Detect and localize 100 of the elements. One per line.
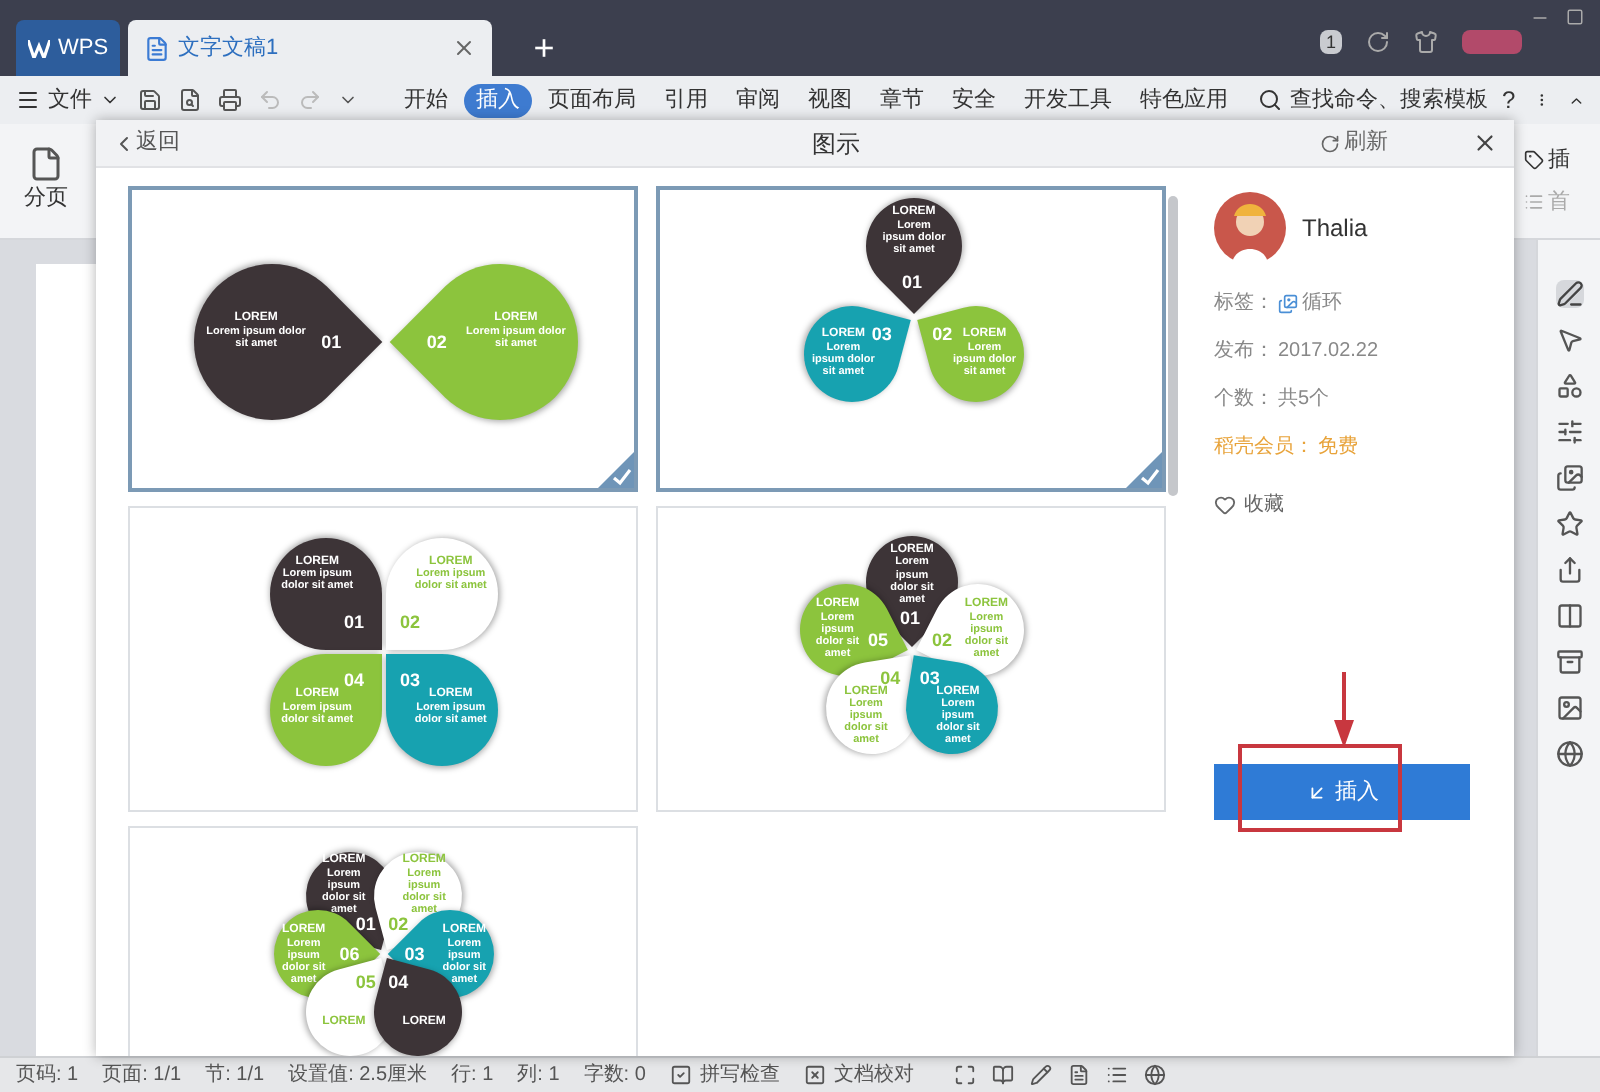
ribbon-tab[interactable]: 开发工具 — [1012, 83, 1124, 117]
author-name: Thalia — [1302, 212, 1368, 246]
proofread-icon — [803, 1064, 826, 1086]
web-view-icon[interactable] — [1143, 1064, 1166, 1086]
ribbon-tab[interactable]: 开始 — [392, 83, 460, 117]
sidebar-tool-icon[interactable] — [1555, 464, 1583, 492]
app-name: WPS — [57, 33, 109, 64]
search-command[interactable]: 查找命令、搜索模板 — [1258, 83, 1488, 117]
petal-number: 03 — [404, 945, 425, 963]
logo-icon — [27, 39, 50, 57]
document-tab[interactable]: 文字文稿1 — [128, 20, 492, 76]
fullscreen-icon[interactable] — [953, 1064, 976, 1086]
petal-number: 05 — [355, 973, 376, 992]
ribbon-tab[interactable]: 引用 — [652, 83, 720, 117]
insert-icon — [1305, 781, 1327, 803]
tab-title: 文字文稿1 — [178, 33, 281, 64]
proofread-button[interactable]: 文档校对 — [803, 1060, 914, 1090]
field-value: 免费 — [1318, 433, 1358, 462]
status-item: 列: 1 — [517, 1062, 560, 1090]
petal-number: 01 — [321, 333, 342, 351]
check-corner-icon — [598, 452, 634, 488]
pencil-icon[interactable] — [1029, 1064, 1052, 1086]
petal-number: 06 — [339, 945, 360, 963]
status-item: 字数: 0 — [583, 1061, 646, 1090]
file-menu[interactable]: 文件 — [16, 83, 120, 117]
app-tab[interactable]: WPS — [16, 20, 120, 76]
petal-number: 01 — [355, 916, 376, 935]
petal-number: 04 — [343, 671, 364, 689]
spell-check-button[interactable]: 拼写检查 — [669, 1060, 780, 1090]
refresh-icon — [1320, 133, 1340, 153]
new-tab-button[interactable]: + — [516, 20, 572, 76]
sidebar-tool-icon[interactable] — [1555, 418, 1583, 446]
status-item: 设置值: 2.5厘米 — [288, 1061, 428, 1090]
petal-number: 02 — [400, 614, 421, 633]
preview-icon[interactable] — [178, 88, 202, 112]
field-label: 稻壳会员： — [1214, 433, 1314, 462]
back-button[interactable]: 返回 — [112, 126, 352, 160]
check-icon — [669, 1064, 692, 1086]
tag-icon — [1524, 150, 1544, 171]
petal-number: 01 — [902, 274, 923, 293]
reading-view-icon[interactable] — [991, 1064, 1014, 1086]
field-value: 共5个 — [1278, 385, 1330, 414]
petal-number: 02 — [932, 326, 953, 345]
insert-button[interactable]: 插入 — [1214, 764, 1470, 820]
sidebar-tool-icon[interactable] — [1555, 510, 1583, 538]
sidebar-tool-icon[interactable] — [1555, 648, 1583, 676]
ribbon-tab[interactable]: 安全 — [940, 83, 1008, 117]
ribbon-tab[interactable]: 页面布局 — [536, 83, 648, 117]
status-item: 页面: 1/1 — [102, 1062, 182, 1090]
ribbon-label[interactable]: 插 — [1524, 144, 1584, 177]
refresh-button[interactable]: 刷新 — [1320, 126, 1440, 160]
dialog-title: 图示 — [810, 127, 862, 161]
print-icon[interactable] — [218, 88, 242, 112]
petal-number: 05 — [868, 632, 889, 651]
page-view-icon[interactable] — [1067, 1064, 1090, 1086]
close-icon[interactable] — [452, 36, 476, 60]
sidebar-tool-icon[interactable] — [1555, 326, 1583, 354]
field-label: 个数： — [1214, 386, 1274, 414]
check-corner-icon — [1126, 452, 1162, 488]
sidebar-tool-icon[interactable] — [1555, 740, 1583, 768]
status-item: 页码: 1 — [16, 1062, 79, 1090]
heart-icon — [1214, 494, 1236, 516]
sidebar-tool-icon[interactable] — [1555, 556, 1583, 584]
document-icon — [144, 35, 170, 61]
field-label: 发布： — [1214, 338, 1274, 366]
ribbon-tab[interactable]: 插入 — [464, 83, 532, 117]
petal-number: 01 — [900, 609, 921, 628]
ribbon-tab[interactable]: 视图 — [796, 83, 864, 117]
help-button[interactable]: ? — [1502, 82, 1516, 118]
status-item: 行: 1 — [451, 1062, 494, 1090]
field-value[interactable]: 循环 — [1302, 288, 1342, 318]
sidebar-tool-icon[interactable] — [1555, 372, 1583, 400]
tag-icon — [1278, 293, 1298, 313]
petal-number: 01 — [343, 614, 364, 633]
save-icon[interactable] — [138, 88, 162, 112]
sidebar-tool-icon[interactable] — [1555, 694, 1583, 722]
annotation-arrow — [1334, 672, 1354, 748]
petal-number: 04 — [388, 973, 409, 992]
petal-number: 02 — [931, 632, 952, 651]
field-label: 标签： — [1214, 289, 1274, 318]
favorite-button[interactable]: 收藏 — [1214, 490, 1490, 520]
sidebar-tool-icon[interactable] — [1555, 602, 1583, 630]
menu-icon — [16, 88, 40, 112]
sync-icon[interactable] — [1366, 30, 1390, 54]
page-break-button[interactable]: 分页 — [24, 146, 68, 216]
page-break-icon — [28, 146, 64, 183]
close-icon[interactable] — [1472, 130, 1498, 156]
field-value: 2017.02.22 — [1278, 338, 1379, 366]
maximize-icon[interactable] — [1566, 8, 1584, 26]
ribbon-tab[interactable]: 审阅 — [724, 83, 792, 117]
search-icon — [1258, 88, 1282, 112]
list-icon — [1524, 191, 1544, 212]
ribbon-tab[interactable]: 章节 — [868, 83, 936, 117]
ribbon-tab[interactable]: 特色应用 — [1128, 83, 1240, 117]
shirt-icon[interactable] — [1414, 30, 1438, 54]
sidebar-tool-icon[interactable] — [1555, 280, 1583, 308]
petal-number: 02 — [426, 333, 447, 351]
window-count-badge[interactable]: 1 — [1319, 30, 1342, 54]
avatar — [1214, 192, 1286, 264]
scrollbar[interactable] — [1168, 196, 1178, 496]
